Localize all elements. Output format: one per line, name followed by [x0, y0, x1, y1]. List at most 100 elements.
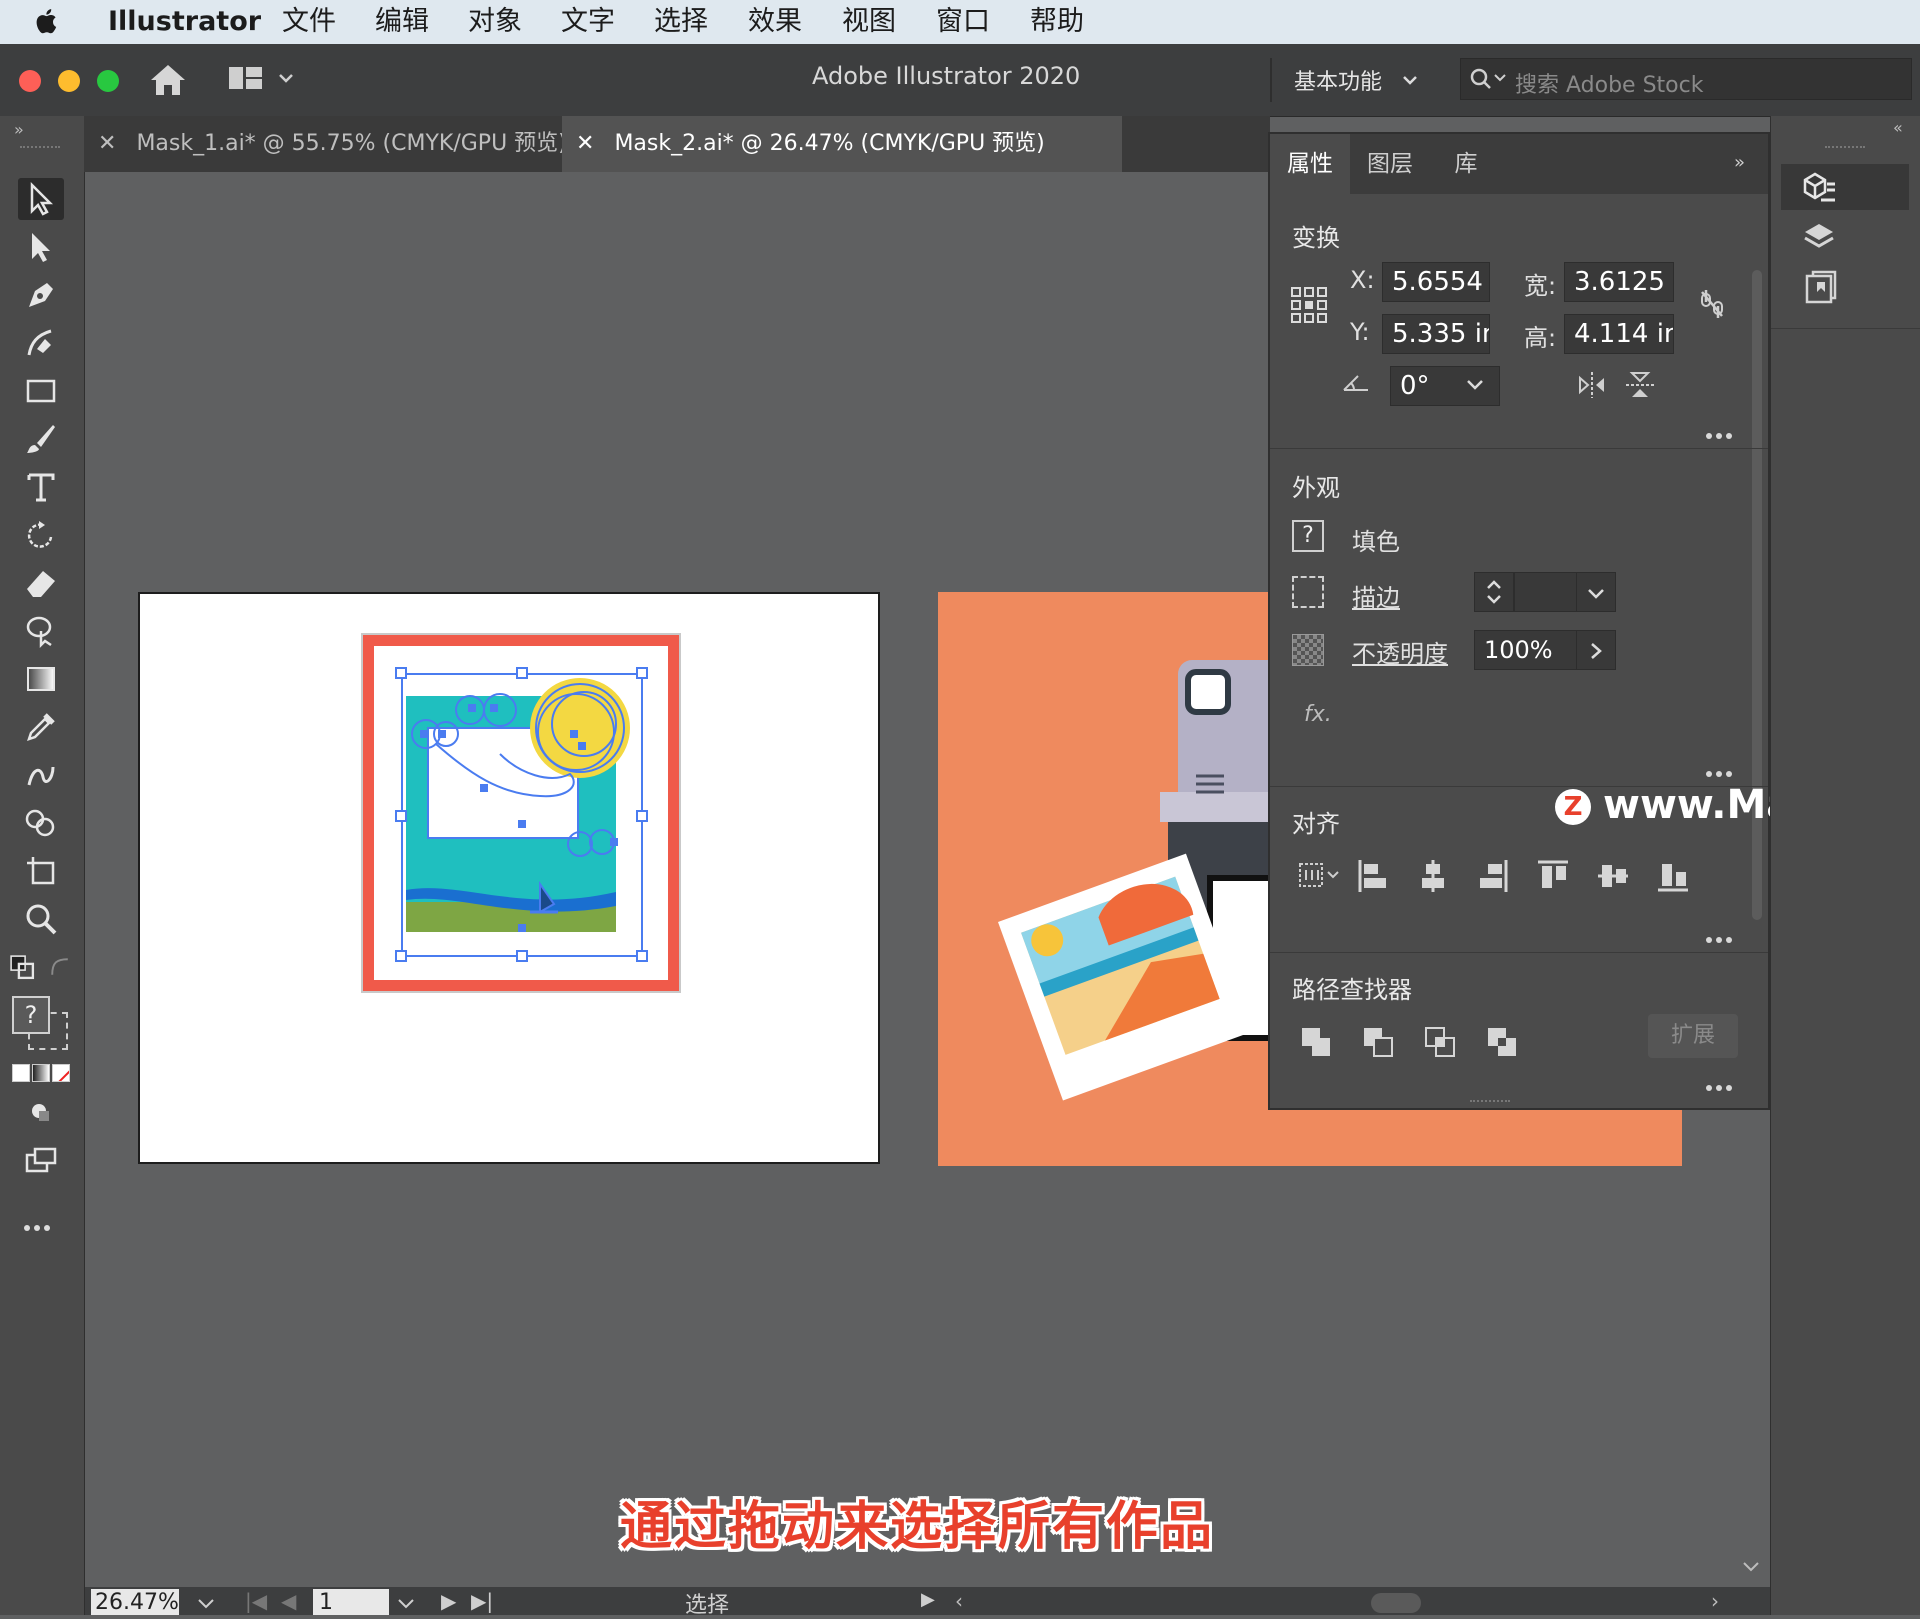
stroke-label[interactable]: 描边	[1352, 578, 1400, 613]
tab-mask-2[interactable]: ✕ Mask_2.ai* @ 26.47% (CMYK/GPU 预览)	[562, 116, 1122, 172]
panel-menu-icon[interactable]: »	[1734, 152, 1745, 173]
opacity-field[interactable]: 100%	[1474, 630, 1578, 670]
align-to-selection-icon[interactable]	[1296, 858, 1344, 894]
swap-fill-stroke-icon[interactable]	[46, 946, 74, 988]
rectangle-tool-icon[interactable]	[18, 370, 64, 412]
tab-layers[interactable]: 图层	[1352, 134, 1428, 194]
draw-mode-icon[interactable]	[18, 1092, 64, 1134]
fill-stroke-swatch[interactable]: ?	[10, 994, 70, 1054]
zoom-chevron-icon[interactable]	[197, 1597, 215, 1611]
tab-close-icon[interactable]: ✕	[576, 131, 594, 156]
eyedropper-tool-icon[interactable]	[18, 706, 64, 748]
appearance-more-options-icon[interactable]	[1706, 762, 1740, 777]
menu-app-name[interactable]: Illustrator	[108, 6, 261, 38]
edit-toolbar-more-icon[interactable]	[24, 1216, 64, 1231]
layers-icon[interactable]	[1801, 220, 1837, 256]
gradient-tool-icon[interactable]	[18, 658, 64, 700]
apple-logo-icon[interactable]	[34, 6, 60, 36]
workspace-chevron-icon[interactable]	[1402, 74, 1418, 86]
menu-file[interactable]: 文件	[282, 6, 336, 38]
close-window-button[interactable]	[19, 70, 41, 92]
zoom-window-button[interactable]	[97, 70, 119, 92]
first-artboard-icon[interactable]: |◀	[245, 1589, 267, 1613]
exclude-icon[interactable]	[1486, 1026, 1518, 1058]
stroke-swatch-icon[interactable]	[1292, 576, 1324, 608]
libraries-icon[interactable]	[1801, 270, 1837, 306]
properties-dock-button[interactable]	[1781, 164, 1909, 210]
rotate-tool-icon[interactable]	[18, 514, 64, 556]
intersect-icon[interactable]	[1424, 1026, 1456, 1058]
artboard-tool-icon[interactable]	[18, 850, 64, 892]
blend-tool-icon[interactable]	[18, 754, 64, 796]
scroll-down-icon[interactable]	[1742, 1560, 1760, 1574]
x-position-field[interactable]: 5.6554 i	[1382, 262, 1490, 302]
scroll-right-icon[interactable]: ›	[1711, 1589, 1719, 1613]
eraser-tool-icon[interactable]	[18, 562, 64, 604]
menu-view[interactable]: 视图	[842, 6, 896, 38]
horizontal-scroll-thumb[interactable]	[1371, 1593, 1421, 1613]
stroke-weight-dropdown[interactable]	[1576, 572, 1616, 612]
align-bottom-icon[interactable]	[1656, 858, 1690, 894]
tools-grip[interactable]	[20, 146, 60, 154]
tab-properties[interactable]: 属性	[1270, 134, 1350, 194]
opacity-icon[interactable]	[1292, 634, 1324, 666]
artboard-1[interactable]	[138, 592, 880, 1164]
puppet-warp-tool-icon[interactable]	[18, 610, 64, 652]
direct-selection-tool-icon[interactable]	[18, 226, 64, 268]
menu-type[interactable]: 文字	[561, 6, 615, 38]
previous-artboard-icon[interactable]: ◀	[281, 1589, 296, 1613]
panel-scrollbar[interactable]	[1750, 198, 1764, 1058]
screen-mode-icon[interactable]	[18, 1140, 64, 1182]
workspace-switcher[interactable]: 基本功能	[1294, 64, 1382, 96]
stock-search-box[interactable]: 搜索 Adobe Stock	[1460, 58, 1912, 100]
type-tool-icon[interactable]	[18, 466, 64, 508]
default-fill-stroke-icon[interactable]	[8, 946, 36, 988]
minimize-window-button[interactable]	[58, 70, 80, 92]
expand-tools-icon[interactable]: »	[14, 120, 24, 139]
width-field[interactable]: 3.6125 ir	[1564, 262, 1674, 302]
constrain-proportions-icon[interactable]	[1696, 286, 1728, 322]
zoom-field[interactable]: 26.47%	[91, 1589, 179, 1615]
stock-search-input[interactable]: 搜索 Adobe Stock	[1515, 67, 1703, 99]
arrange-documents-icon[interactable]	[228, 64, 264, 92]
artboard-chevron-icon[interactable]	[397, 1597, 415, 1611]
next-artboard-icon[interactable]: ▶	[441, 1589, 456, 1613]
shape-builder-tool-icon[interactable]	[18, 802, 64, 844]
opacity-flyout-button[interactable]	[1576, 630, 1616, 670]
opacity-label[interactable]: 不透明度	[1352, 634, 1448, 669]
menu-effect[interactable]: 效果	[748, 6, 802, 38]
mask-artwork[interactable]	[140, 594, 878, 1162]
unite-icon[interactable]	[1300, 1026, 1332, 1058]
artboard-number-field[interactable]: 1	[313, 1589, 389, 1615]
tab-close-icon[interactable]: ✕	[98, 131, 116, 156]
align-vertical-center-icon[interactable]	[1596, 858, 1630, 894]
expand-button[interactable]: 扩展	[1648, 1014, 1738, 1058]
align-left-icon[interactable]	[1356, 858, 1390, 894]
fill-label[interactable]: 填色	[1352, 522, 1400, 557]
align-horizontal-center-icon[interactable]	[1416, 858, 1450, 894]
height-field[interactable]: 4.114 in	[1564, 314, 1674, 354]
fill-swatch-icon[interactable]: ?	[1292, 520, 1324, 552]
stroke-weight-stepper[interactable]	[1474, 572, 1514, 612]
curvature-tool-icon[interactable]	[18, 322, 64, 364]
tab-libraries[interactable]: 库	[1428, 134, 1504, 194]
panel-resize-grip[interactable]	[1470, 1100, 1510, 1108]
transform-more-options-icon[interactable]	[1706, 424, 1740, 439]
align-more-options-icon[interactable]	[1706, 928, 1740, 943]
collapse-dock-icon[interactable]: «	[1893, 118, 1903, 137]
y-position-field[interactable]: 5.335 in	[1382, 314, 1490, 354]
pathfinder-more-options-icon[interactable]	[1706, 1076, 1740, 1091]
dock-grip[interactable]	[1825, 146, 1865, 154]
align-right-icon[interactable]	[1476, 858, 1510, 894]
selection-tool-icon[interactable]	[18, 178, 64, 220]
status-menu-icon[interactable]: ▶	[921, 1589, 935, 1610]
flip-horizontal-icon[interactable]	[1576, 370, 1608, 400]
scroll-left-icon[interactable]: ‹	[955, 1589, 963, 1613]
home-icon[interactable]	[148, 62, 188, 98]
angle-dropdown-chevron-icon[interactable]	[1466, 378, 1484, 392]
menu-select[interactable]: 选择	[654, 6, 708, 38]
fx-effects-button[interactable]: fx.	[1304, 702, 1332, 727]
menu-window[interactable]: 窗口	[936, 6, 990, 38]
pen-tool-icon[interactable]	[18, 274, 64, 316]
chevron-down-icon[interactable]	[278, 72, 294, 84]
